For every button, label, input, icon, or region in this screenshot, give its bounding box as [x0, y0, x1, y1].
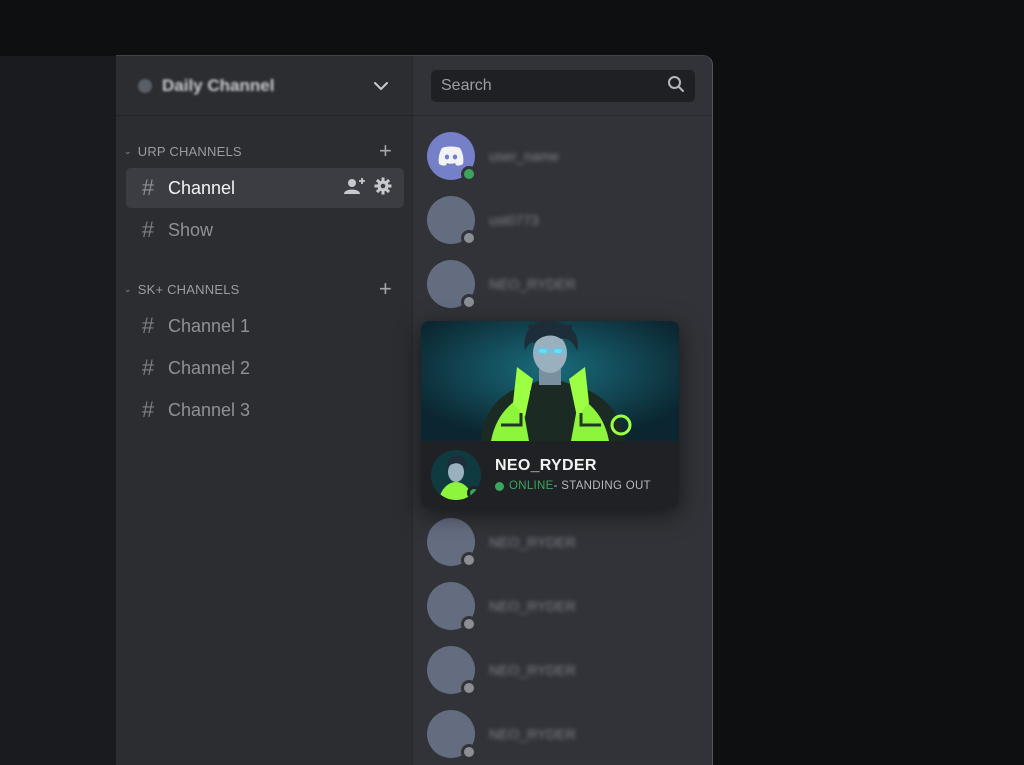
status-online-indicator [467, 485, 481, 500]
channel-sidebar: Daily Channel ⌄ URP CHANNELS + # Channel [116, 56, 412, 765]
server-header[interactable]: Daily Channel [116, 56, 412, 116]
member-name: NEO_RYDER [489, 276, 576, 292]
member-name: NEO_RYDER [489, 726, 576, 742]
chevron-down-icon: ⌄ [124, 145, 132, 156]
add-channel-icon[interactable]: + [379, 278, 392, 300]
member-item[interactable]: user_name [427, 130, 559, 182]
hash-icon: # [141, 355, 155, 380]
member-name: NEO_RYDER [489, 662, 576, 678]
avatar [427, 518, 477, 568]
status-offline-indicator [461, 230, 477, 246]
chevron-down-icon[interactable] [372, 77, 390, 95]
channel-item-channel-1[interactable]: # Channel 1 [126, 306, 404, 346]
avatar [427, 646, 477, 696]
app-window: Daily Channel ⌄ URP CHANNELS + # Channel [116, 55, 713, 765]
member-item[interactable]: NEO_RYDER [427, 708, 576, 760]
status-offline-indicator [461, 616, 477, 632]
category-urp[interactable]: ⌄ URP CHANNELS + [116, 140, 412, 162]
status-offline-indicator [461, 552, 477, 568]
profile-name: NEO_RYDER [495, 457, 597, 474]
channel-item-channel-2[interactable]: # Channel 2 [126, 348, 404, 388]
profile-status: ONLINE - STANDING OUT [495, 480, 651, 492]
channel-label: Show [168, 219, 214, 240]
add-channel-icon[interactable]: + [379, 140, 392, 162]
channel-item-channel[interactable]: # Channel [126, 168, 404, 208]
status-offline-indicator [461, 680, 477, 696]
avatar [427, 710, 477, 760]
search-box[interactable] [431, 70, 695, 102]
member-item[interactable]: NEO_RYDER [427, 516, 576, 568]
search-bar [413, 56, 712, 116]
avatar [427, 196, 477, 246]
member-name: NEO_RYDER [489, 534, 576, 550]
search-input[interactable] [441, 77, 667, 95]
member-name: NEO_RYDER [489, 598, 576, 614]
avatar [427, 582, 477, 632]
member-item[interactable]: NEO_RYDER [427, 580, 576, 632]
status-text: - STANDING OUT [553, 480, 651, 492]
guild-rail [0, 56, 118, 765]
avatar [427, 132, 477, 182]
gear-icon[interactable] [374, 177, 392, 200]
channel-item-show[interactable]: # Show [126, 210, 404, 250]
member-item[interactable]: ust0773 [427, 194, 539, 246]
server-icon [138, 78, 152, 93]
category-sk[interactable]: ⌄ SK+ CHANNELS + [116, 278, 412, 300]
channel-label: Channel [168, 177, 236, 198]
channel-item-channel-3[interactable]: # Channel 3 [126, 390, 404, 430]
invite-user-icon[interactable] [344, 177, 366, 200]
online-dot [495, 481, 504, 491]
category-label: SK+ CHANNELS [137, 281, 240, 297]
channel-label: Channel 3 [168, 399, 251, 420]
member-item[interactable]: NEO_RYDER [427, 644, 576, 696]
status-offline-indicator [461, 744, 477, 760]
server-name: Daily Channel [162, 75, 275, 95]
search-icon[interactable] [667, 75, 685, 98]
hash-icon: # [141, 397, 155, 422]
status-word: ONLINE [509, 480, 554, 492]
channel-label: Channel 1 [168, 315, 251, 336]
character-illustration [421, 321, 679, 441]
status-offline-indicator [461, 294, 477, 310]
member-name: user_name [489, 148, 560, 164]
channel-label: Channel 2 [168, 357, 251, 378]
discord-logo-icon [438, 146, 464, 166]
avatar [427, 260, 477, 310]
profile-card[interactable]: NEO_RYDER ONLINE - STANDING OUT [421, 321, 679, 508]
member-name: ust0773 [489, 212, 539, 228]
profile-banner [421, 321, 679, 441]
status-online-indicator [461, 166, 477, 182]
category-label: URP CHANNELS [137, 143, 242, 159]
hash-icon: # [141, 313, 155, 338]
profile-info: NEO_RYDER ONLINE - STANDING OUT [421, 441, 679, 508]
profile-avatar [431, 449, 481, 500]
hash-icon: # [141, 175, 155, 200]
chevron-down-icon: ⌄ [124, 283, 132, 294]
member-item[interactable]: NEO_RYDER [427, 258, 576, 310]
hash-icon: # [141, 217, 155, 242]
